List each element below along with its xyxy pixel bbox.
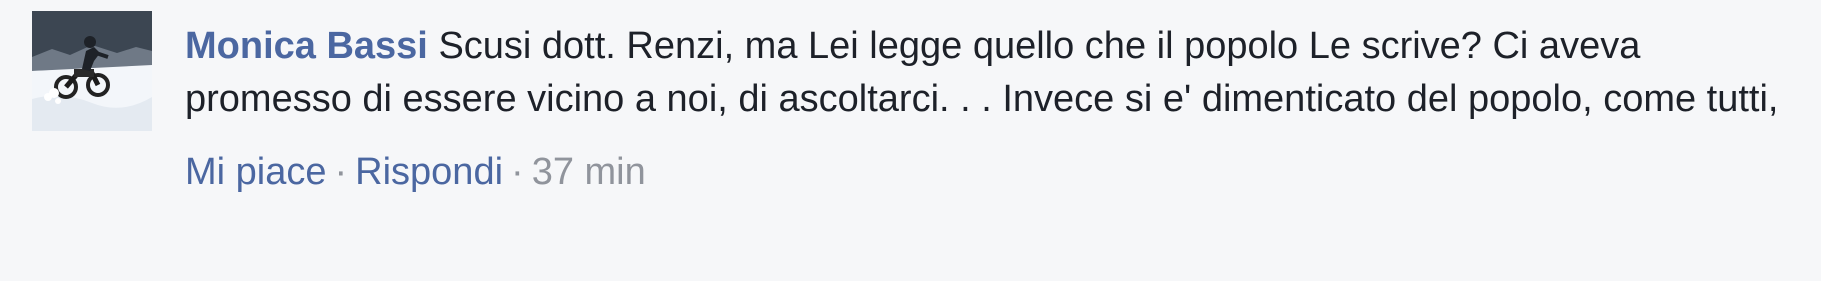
separator-dot: ·	[334, 151, 348, 193]
reply-button[interactable]: Rispondi	[355, 151, 503, 193]
author-name-link[interactable]: Monica Bassi	[185, 25, 428, 67]
timestamp-link[interactable]: 37 min	[532, 151, 646, 193]
separator-dot: ·	[511, 151, 524, 193]
comment-actions: Mi piace · Rispondi · 37 min	[185, 148, 1805, 196]
like-button[interactable]: Mi piace	[185, 151, 327, 193]
comment-item: Monica Bassi Scusi dott. Renzi, ma Lei l…	[0, 0, 1821, 281]
comment-content: Monica Bassi Scusi dott. Renzi, ma Lei l…	[185, 20, 1805, 126]
profile-photo	[32, 11, 152, 131]
comment-body: Monica Bassi Scusi dott. Renzi, ma Lei l…	[185, 20, 1805, 196]
avatar[interactable]	[32, 11, 152, 131]
